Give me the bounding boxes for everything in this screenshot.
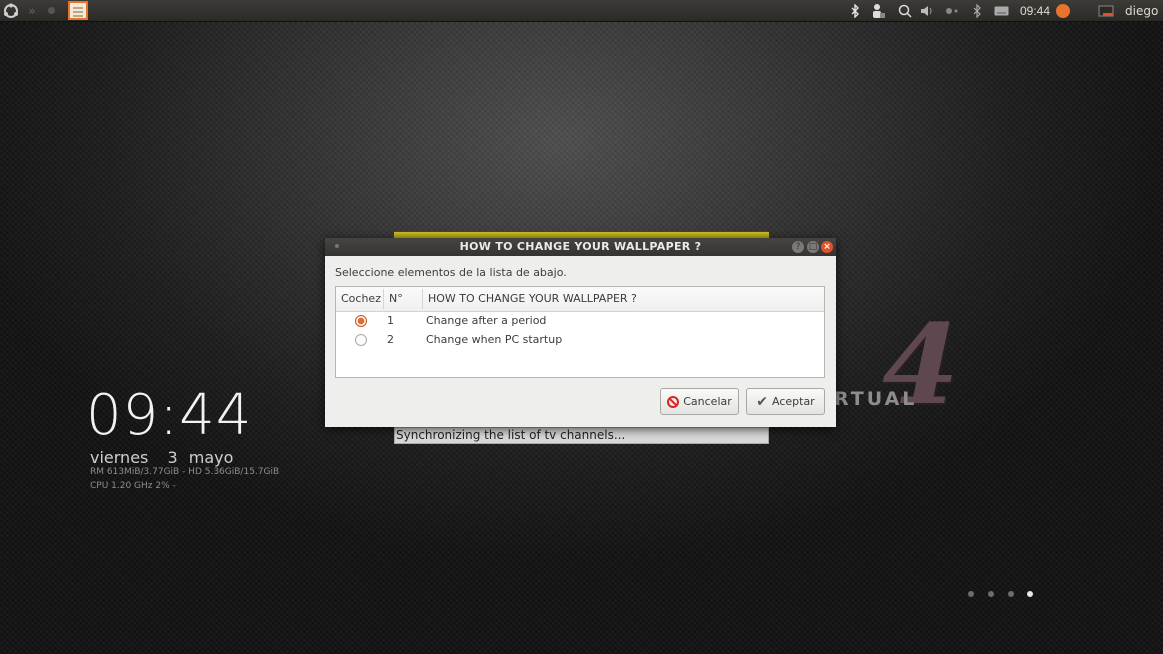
- dialog-title: HOW TO CHANGE YOUR WALLPAPER ?: [459, 240, 702, 253]
- desktop-clock-time: 09:44: [86, 383, 253, 448]
- progress-status: Synchronizing the list of tv channels...: [394, 427, 769, 444]
- help-button[interactable]: ?: [792, 241, 804, 253]
- update-notifier-icon[interactable]: [1056, 0, 1070, 21]
- cancel-icon: [667, 395, 680, 408]
- bluetooth-status-icon[interactable]: [972, 0, 982, 21]
- column-separator[interactable]: [422, 289, 423, 309]
- day: 3: [167, 448, 178, 467]
- desktop-clock-date: viernes 3 mayo: [90, 448, 247, 467]
- user-name[interactable]: diego: [1125, 0, 1158, 21]
- dialog-prompt: Seleccione elementos de la lista de abaj…: [335, 266, 567, 279]
- accept-button[interactable]: ✔ Aceptar: [746, 388, 825, 415]
- row-number: 1: [387, 314, 394, 327]
- top-panel: » 09:44 diego: [0, 0, 1163, 22]
- ubuntu-logo-icon[interactable]: [2, 2, 20, 19]
- logo-text: RTUAL: [834, 388, 918, 410]
- column-header-number[interactable]: N°: [389, 292, 403, 305]
- close-button[interactable]: ×: [821, 241, 833, 253]
- volume-icon[interactable]: [920, 0, 935, 21]
- list-header: Cochez N° HOW TO CHANGE YOUR WALLPAPER ?: [336, 287, 824, 312]
- system-stats: RM 613MiB/3.77GiB - HD 5.36GiB/15.7GiB: [90, 467, 280, 477]
- checkmark-icon: ✔: [756, 393, 768, 410]
- network-user-icon[interactable]: [870, 0, 886, 21]
- wallpaper-dialog: HOW TO CHANGE YOUR WALLPAPER ? ? □ × Sel…: [325, 238, 836, 427]
- row-number: 2: [387, 333, 394, 346]
- fast-forward-icon[interactable]: »: [24, 2, 40, 19]
- weekday: viernes: [90, 448, 149, 467]
- bluetooth-icon[interactable]: [850, 0, 860, 21]
- workspace-dot-active[interactable]: [1027, 591, 1033, 597]
- workspace-dot[interactable]: [1008, 591, 1014, 597]
- row-label: Change when PC startup: [426, 333, 563, 346]
- radio-option-2[interactable]: [355, 334, 367, 346]
- battery-dots-icon[interactable]: [945, 0, 961, 21]
- dialog-titlebar[interactable]: HOW TO CHANGE YOUR WALLPAPER ? ? □ ×: [325, 238, 836, 256]
- maximize-button[interactable]: □: [807, 241, 819, 253]
- workspace-dot[interactable]: [988, 591, 994, 597]
- keyboard-icon[interactable]: [994, 0, 1009, 21]
- accept-button-label: Aceptar: [772, 395, 815, 408]
- panel-clock[interactable]: 09:44: [1020, 0, 1050, 21]
- cpu-stats: CPU 1.20 GHz 2% -: [90, 481, 176, 491]
- column-header-select[interactable]: Cochez: [341, 292, 381, 305]
- search-icon[interactable]: [898, 0, 912, 21]
- list-row[interactable]: 1 Change after a period: [336, 311, 824, 331]
- session-indicator-icon[interactable]: [1098, 0, 1114, 21]
- text-editor-icon[interactable]: [68, 1, 88, 20]
- record-icon[interactable]: [44, 2, 58, 19]
- row-label: Change after a period: [426, 314, 547, 327]
- cancel-button-label: Cancelar: [683, 395, 732, 408]
- radio-option-1[interactable]: [355, 315, 367, 327]
- column-header-option[interactable]: HOW TO CHANGE YOUR WALLPAPER ?: [428, 292, 637, 305]
- list-row[interactable]: 2 Change when PC startup: [336, 330, 824, 350]
- cancel-button[interactable]: Cancelar: [660, 388, 739, 415]
- month: mayo: [188, 448, 234, 467]
- workspace-dot[interactable]: [968, 591, 974, 597]
- column-separator[interactable]: [383, 289, 384, 309]
- options-list: Cochez N° HOW TO CHANGE YOUR WALLPAPER ?…: [335, 286, 825, 378]
